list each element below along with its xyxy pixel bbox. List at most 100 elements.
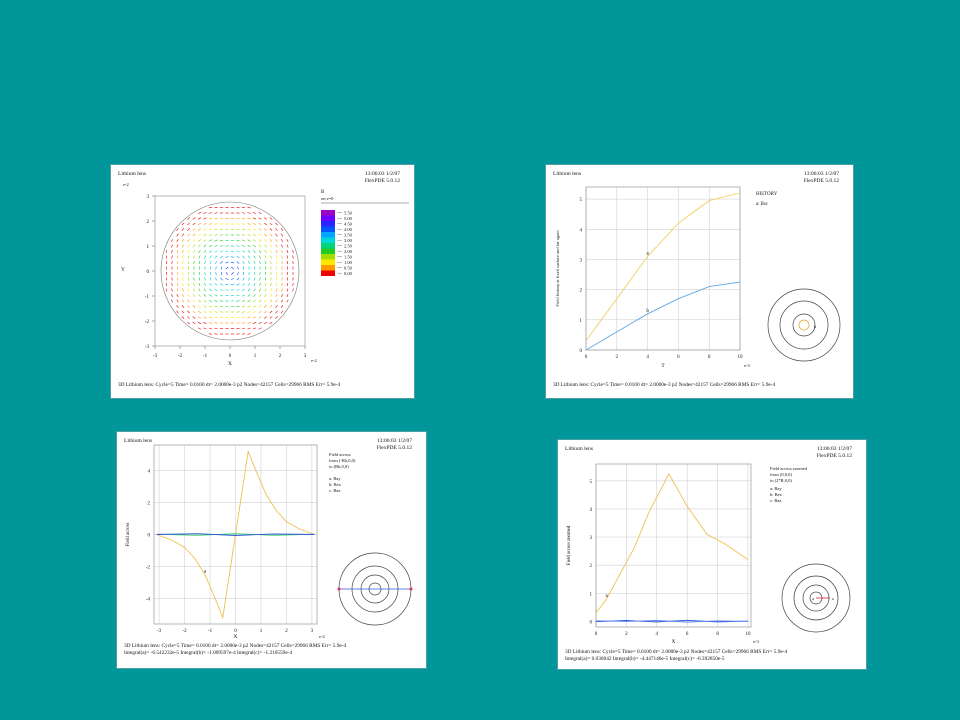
x-tick-label: -1 <box>208 629 213 634</box>
vector-arrow <box>269 321 273 325</box>
vector-arrow <box>241 234 246 236</box>
y-tick-label: -2 <box>146 565 151 570</box>
vector-arrow <box>247 311 251 313</box>
vector-arrow <box>269 299 273 303</box>
plot-frame <box>585 186 741 351</box>
vector-arrow <box>203 228 207 231</box>
vector-arrow <box>247 294 251 297</box>
vector-arrow <box>241 228 246 231</box>
vector-arrow <box>171 255 173 259</box>
panel-canvas: Lithium lens 13:06:03 1/2/07FlexPDE 5.0.1… <box>118 171 409 388</box>
vector-arrow <box>219 305 224 308</box>
vector-arrow <box>264 222 267 226</box>
vector-arrow <box>219 300 224 302</box>
vector-arrow <box>247 244 251 248</box>
vector-field-panel: Lithium lens 13:06:03 1/2/07 FlexPDE 5.0.1… <box>111 165 414 398</box>
vector-arrow <box>209 294 212 297</box>
vector-arrow <box>192 222 196 226</box>
y-tick-label: 3 <box>147 195 150 200</box>
vector-arrow <box>269 228 273 231</box>
vector-arrow <box>219 234 224 236</box>
colorbar-swatch <box>321 259 335 265</box>
vector-arrow <box>192 305 196 308</box>
vector-arrow <box>247 283 251 286</box>
vector-arrow <box>280 238 284 243</box>
vector-arrow <box>281 282 283 287</box>
y-tick-label: 0 <box>147 270 150 275</box>
y-tick-label: 2 <box>148 502 151 507</box>
vector-arrow <box>275 222 278 226</box>
vector-arrow <box>241 244 246 248</box>
vector-arrow <box>176 293 179 298</box>
vector-arrow <box>181 316 185 319</box>
panel-title: Lithium lens <box>565 446 593 452</box>
vector-arrow <box>214 277 218 281</box>
vector-arrow <box>214 333 218 335</box>
vector-arrow <box>286 288 289 292</box>
probe-marker <box>409 587 413 591</box>
panel-version: FlexPDE 5.0.12 <box>377 445 413 451</box>
vector-arrow <box>219 245 224 247</box>
vector-arrow <box>203 212 207 214</box>
vector-arrow <box>280 310 284 314</box>
vector-arrow <box>236 316 240 319</box>
field-across-zoomed-panel: Lithium lens 13:06:03 1/2/07 FlexPDE 5.0.1… <box>558 440 866 669</box>
vector-arrow <box>187 255 190 259</box>
vector-arrow <box>209 244 212 248</box>
panel-canvas: Lithium lens 13:06:03 1/2/07FlexPDE 5.0.1… <box>124 438 413 656</box>
vector-arrow <box>187 222 190 226</box>
vector-arrow <box>182 288 184 292</box>
panel-canvas: Lithium lens 13:06:03 1/2/07FlexPDE 5.0.1… <box>553 171 841 388</box>
vector-arrow <box>170 238 174 243</box>
vector-arrow <box>214 239 218 242</box>
vector-arrow <box>242 277 245 281</box>
vector-arrow <box>292 249 294 254</box>
series-line <box>585 281 741 351</box>
vector-arrow <box>208 239 213 242</box>
vector-arrow <box>236 277 240 281</box>
vector-arrow <box>198 239 201 242</box>
vector-arrow <box>192 316 196 319</box>
panel-footer-line: 3D Lithium lens: Cycle=5 Time= 0.0100 dt… <box>565 649 787 655</box>
vector-arrow <box>182 260 184 265</box>
x-scale-note: e-2 <box>311 358 317 363</box>
panel-footer-line: Integral(a)= -6.542232e-5 Integral(b)= -… <box>124 649 292 656</box>
vector-arrow <box>193 255 195 259</box>
vector-arrow <box>203 250 207 253</box>
panel-timestamp: 13:06:03 1/2/07 <box>365 171 400 177</box>
probe-label: a <box>812 596 814 601</box>
x-tick-label: -2 <box>182 629 187 634</box>
y-tick-label: 5 <box>590 480 593 485</box>
vector-arrow <box>187 310 190 314</box>
x-tick-label: 8 <box>716 632 719 637</box>
vector-arrow <box>225 256 229 258</box>
vector-arrow <box>165 288 168 292</box>
colorbar-swatch <box>321 215 335 221</box>
vector-arrow <box>208 311 213 313</box>
vector-arrow <box>176 299 179 303</box>
vector-arrow <box>247 288 251 292</box>
vector-arrow <box>258 310 262 314</box>
vector-arrow <box>203 327 207 330</box>
colorbar-swatch <box>321 237 335 243</box>
vector-arrow <box>281 249 283 254</box>
vector-arrow <box>181 293 185 298</box>
vector-arrow <box>241 322 246 324</box>
vector-arrow <box>270 288 272 292</box>
legend-entry: a: Bsc <box>756 202 768 207</box>
vector-arrow <box>165 282 168 287</box>
vector-arrow <box>219 217 224 220</box>
vector-arrow <box>275 255 278 259</box>
vector-arrow <box>269 239 273 242</box>
vector-arrow <box>198 228 201 231</box>
vector-arrows <box>165 206 294 335</box>
panel-footer-line: 3D Lithium lens: Cycle=5 Time= 0.0100 dt… <box>553 382 775 388</box>
vector-arrow <box>247 305 251 308</box>
vector-arrow <box>252 322 257 324</box>
vector-arrow <box>192 244 196 248</box>
probe-label: b <box>814 324 817 329</box>
vector-arrow <box>270 260 272 265</box>
series-line <box>585 192 741 342</box>
vector-arrow <box>236 255 240 259</box>
vector-arrow <box>247 217 251 220</box>
